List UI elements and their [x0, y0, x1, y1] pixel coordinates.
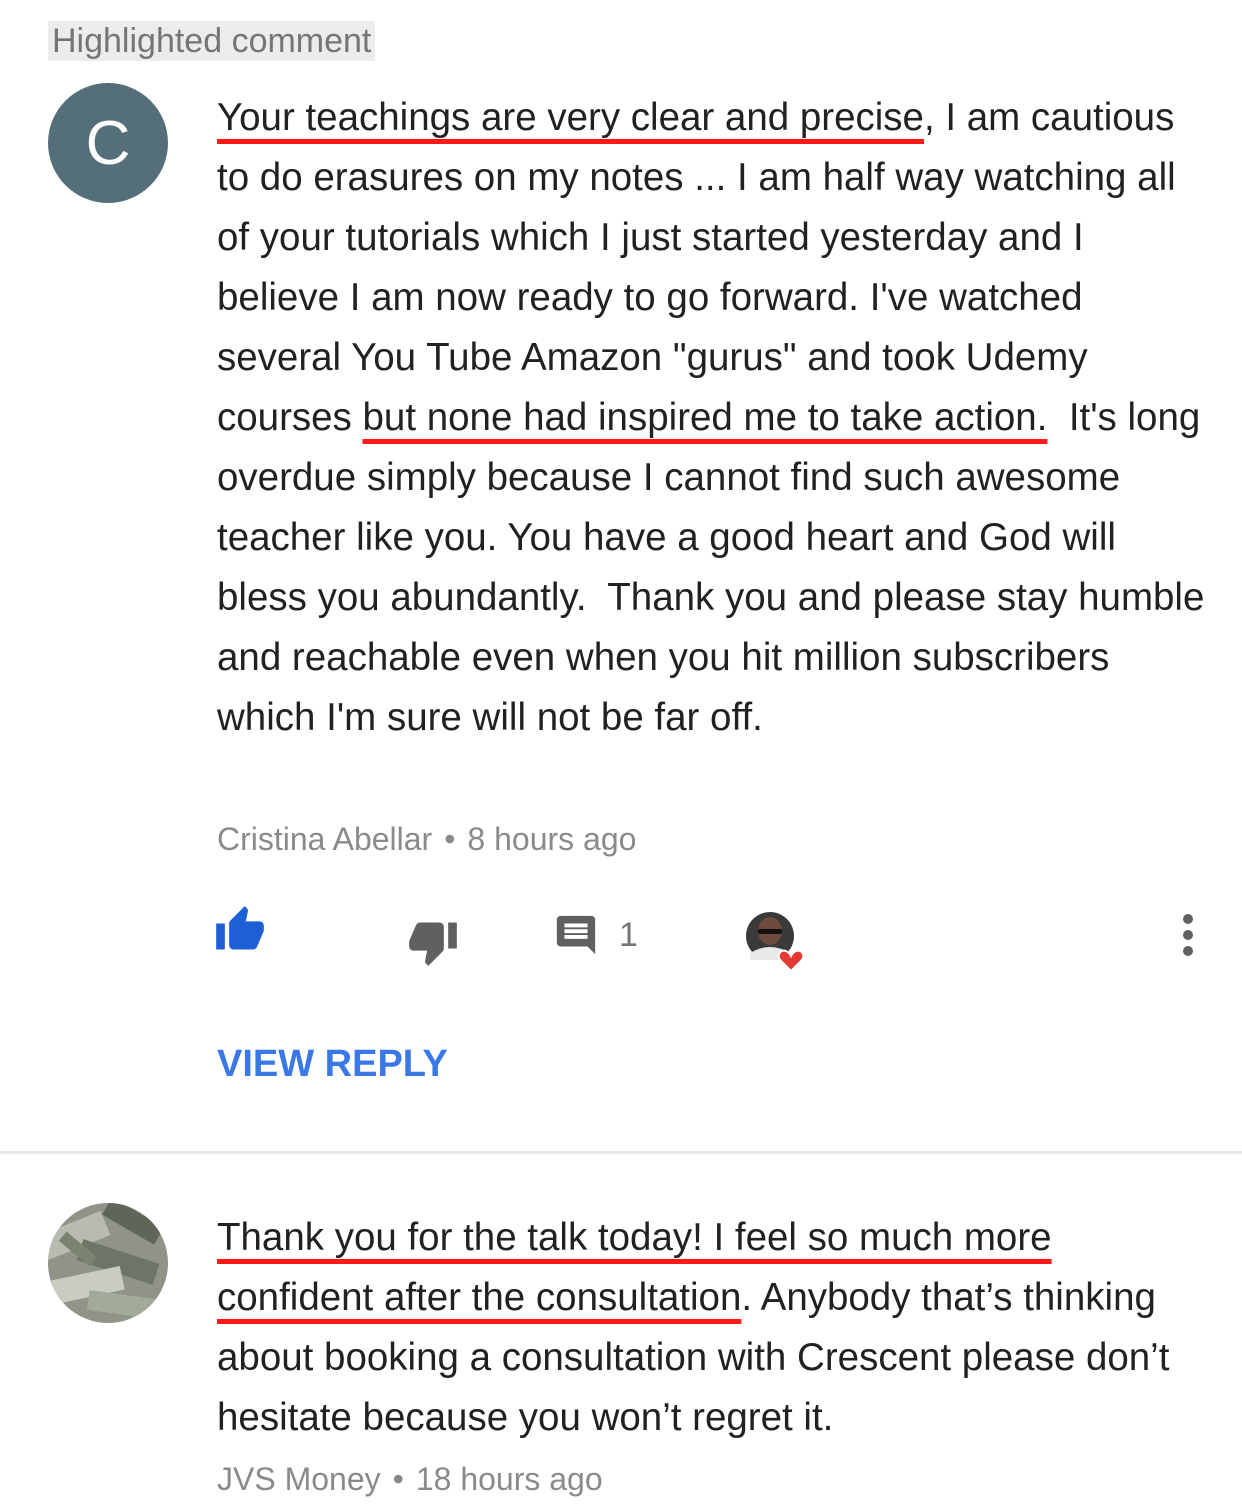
author-name[interactable]: Cristina Abellar [217, 821, 432, 857]
highlighted-comment-badge: Highlighted comment [48, 21, 376, 61]
comment-meta: JVS Money • 18 hours ago [217, 1459, 603, 1499]
comment-text: Your teachings are very clear and precis… [217, 88, 1207, 748]
thumb-up-icon [216, 906, 264, 950]
view-reply-button[interactable]: VIEW REPLY [217, 1041, 448, 1087]
like-button[interactable] [214, 904, 266, 956]
thumb-down-icon [409, 922, 457, 966]
avatar[interactable]: C [48, 83, 168, 203]
avatar[interactable] [48, 1203, 168, 1323]
reply-button[interactable]: 1 [553, 912, 638, 958]
meta-separator: • [392, 1461, 404, 1497]
author-name[interactable]: JVS Money [217, 1461, 381, 1497]
more-options-button[interactable] [1168, 908, 1208, 964]
comment-text-highlight: Your teachings are very clear and precis… [217, 96, 924, 139]
meta-separator: • [444, 821, 456, 857]
comment-meta: Cristina Abellar • 8 hours ago [217, 819, 636, 859]
dislike-button[interactable] [407, 916, 459, 968]
reply-count: 1 [619, 915, 638, 954]
avatar-photo-icon [48, 1203, 168, 1323]
more-vert-icon [1183, 914, 1193, 956]
creator-heart [745, 911, 807, 973]
comment-timestamp: 8 hours ago [467, 821, 637, 857]
comment-icon [556, 915, 596, 955]
comment-timestamp: 18 hours ago [415, 1461, 603, 1497]
comment-text-part: , I am cautious to do erasures on my not… [217, 96, 1176, 439]
comment-text-part: It's long overdue simply because I canno… [217, 396, 1216, 739]
comment-text-highlight: but none had inspired me to take action. [362, 396, 1048, 439]
divider [0, 1151, 1242, 1154]
creator-heart-icon [746, 912, 805, 973]
comment-text: Thank you for the talk today! I feel so … [217, 1208, 1207, 1448]
